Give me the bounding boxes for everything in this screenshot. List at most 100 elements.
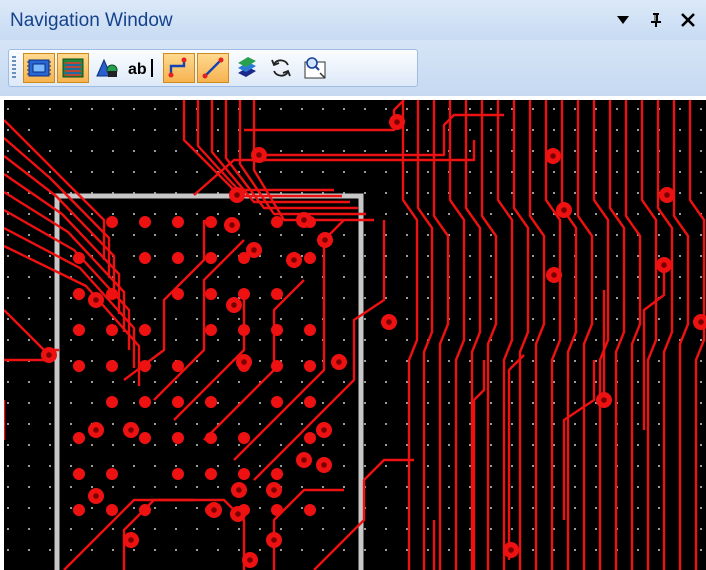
- dropdown-arrow-icon[interactable]: [611, 6, 635, 34]
- pad: [205, 288, 217, 300]
- window-title: Navigation Window: [10, 10, 173, 31]
- pad: [271, 216, 283, 228]
- pad: [172, 360, 184, 372]
- via-hole: [234, 192, 240, 198]
- via-hole: [236, 487, 242, 493]
- route-button[interactable]: [163, 53, 195, 83]
- via-hole: [247, 557, 253, 563]
- pad: [139, 504, 151, 516]
- layers-view-button[interactable]: [57, 53, 89, 83]
- pad: [172, 396, 184, 408]
- via-hole: [241, 359, 247, 365]
- via-hole: [386, 319, 392, 325]
- via-hole: [229, 222, 235, 228]
- pad: [205, 396, 217, 408]
- refresh-button[interactable]: [265, 53, 297, 83]
- via-hole: [321, 427, 327, 433]
- via-hole: [550, 153, 556, 159]
- via-hole: [336, 359, 342, 365]
- via-hole: [235, 511, 241, 517]
- pad: [271, 504, 283, 516]
- pad: [139, 216, 151, 228]
- pin-icon[interactable]: [644, 6, 668, 34]
- pad: [172, 288, 184, 300]
- pad: [172, 432, 184, 444]
- via-hole: [394, 119, 400, 125]
- layer-stack-icon: [238, 57, 256, 77]
- route-icon: [168, 57, 187, 78]
- via-hole: [508, 547, 514, 553]
- via-hole: [93, 297, 99, 303]
- pad: [238, 288, 250, 300]
- pad: [139, 396, 151, 408]
- toolbar-grip[interactable]: [12, 56, 16, 80]
- pad: [271, 288, 283, 300]
- via-hole: [231, 302, 237, 308]
- pad: [238, 324, 250, 336]
- via-hole: [271, 487, 277, 493]
- zoom-extents-button[interactable]: [299, 53, 331, 83]
- close-icon[interactable]: [676, 6, 700, 34]
- board-icon: [27, 59, 51, 77]
- pad: [205, 252, 217, 264]
- pad: [106, 324, 118, 336]
- pad: [73, 288, 85, 300]
- pad: [139, 360, 151, 372]
- pad: [205, 468, 217, 480]
- zoom-window-icon: [304, 57, 326, 79]
- refresh-icon: [271, 59, 291, 77]
- toolbar: ab: [8, 49, 418, 87]
- pad: [139, 252, 151, 264]
- via-hole: [601, 397, 607, 403]
- pad: [271, 468, 283, 480]
- pad: [73, 432, 85, 444]
- toolbar-band: ab: [0, 40, 706, 96]
- text-button[interactable]: ab: [125, 53, 159, 83]
- pad: [73, 252, 85, 264]
- via-hole: [291, 257, 297, 263]
- pad: [271, 396, 283, 408]
- shapes-icon: [96, 58, 118, 77]
- via-hole: [661, 262, 667, 268]
- pad: [106, 360, 118, 372]
- pad: [304, 324, 316, 336]
- pad: [73, 468, 85, 480]
- svg-text:ab: ab: [128, 61, 147, 78]
- pad: [106, 216, 118, 228]
- layers-icon: [62, 58, 84, 78]
- pcb-view-canvas[interactable]: [4, 100, 706, 570]
- via-hole: [46, 352, 52, 358]
- via-hole: [322, 237, 328, 243]
- pad: [271, 360, 283, 372]
- pad: [205, 216, 217, 228]
- pad: [205, 324, 217, 336]
- via-hole: [251, 247, 257, 253]
- pad: [106, 504, 118, 516]
- pad: [304, 360, 316, 372]
- diagonal-route-button[interactable]: [197, 53, 229, 83]
- pad: [238, 468, 250, 480]
- via-hole: [664, 192, 670, 198]
- via-hole: [551, 272, 557, 278]
- pad: [172, 216, 184, 228]
- via-hole: [301, 217, 307, 223]
- pad: [73, 360, 85, 372]
- pad: [106, 396, 118, 408]
- pad: [271, 324, 283, 336]
- pad: [73, 504, 85, 516]
- via-hole: [93, 493, 99, 499]
- layer-stack-button[interactable]: [231, 53, 263, 83]
- pad: [238, 432, 250, 444]
- pad: [139, 432, 151, 444]
- pad: [106, 468, 118, 480]
- via-hole: [211, 507, 217, 513]
- pad: [304, 504, 316, 516]
- board-view-button[interactable]: [23, 53, 55, 83]
- pad: [172, 468, 184, 480]
- pad: [106, 288, 118, 300]
- shapes-button[interactable]: [91, 53, 123, 83]
- via-hole: [321, 462, 327, 468]
- pad: [304, 432, 316, 444]
- diagonal-route-icon: [202, 57, 224, 79]
- via-hole: [301, 457, 307, 463]
